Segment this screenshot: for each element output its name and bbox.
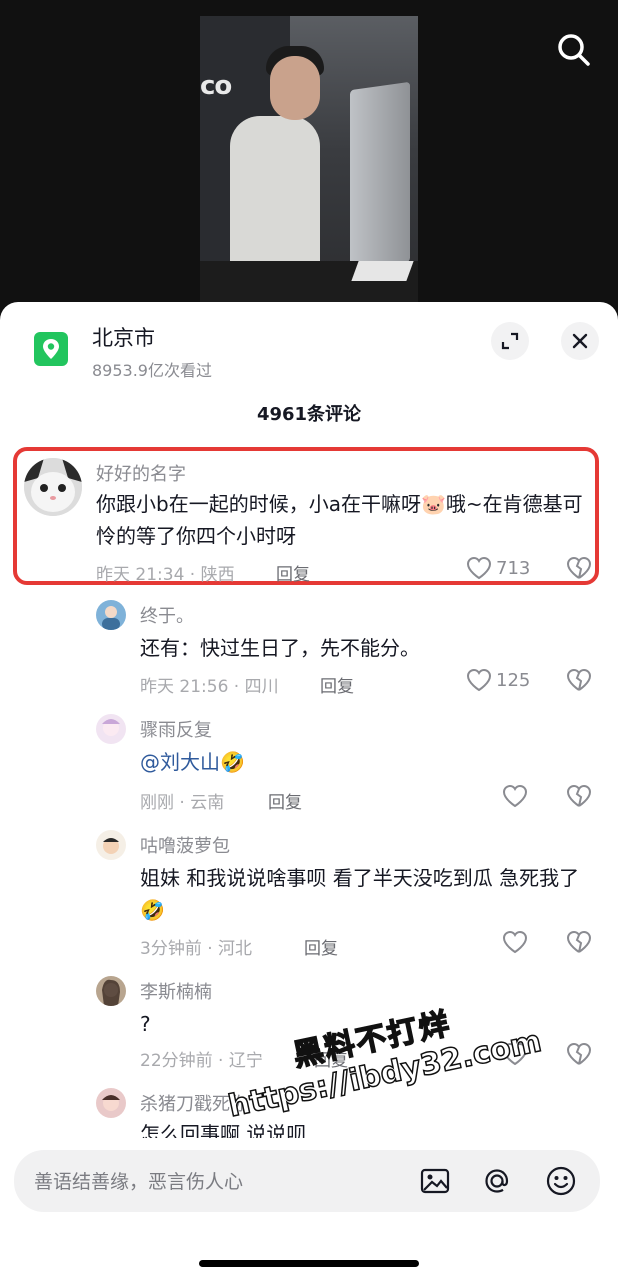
video-monitor [350, 81, 410, 271]
avatar-image [102, 979, 120, 1006]
comment-sheet: 北京市 8953.9亿次看过 4961条评论 好好的名字 你跟小b在一起的时候，… [0, 302, 618, 1280]
comment-item: 杀猪刀戳死你 怎么回事啊 说说呗 [0, 1088, 618, 1138]
comment-meta: 22分钟前 · 辽宁 [140, 1051, 263, 1071]
comment-meta: 昨天 21:56 · 四川 [140, 677, 279, 697]
broken-heart-icon [566, 668, 592, 691]
comment-meta: 刚刚 · 云南 [140, 793, 225, 813]
at-icon [485, 1169, 509, 1193]
comment-author[interactable]: 骤雨反复 [140, 716, 212, 742]
broken-heart-icon [566, 784, 592, 807]
laugh-emoji: 🤣 [220, 750, 245, 774]
mention-button[interactable] [480, 1164, 514, 1198]
dislike-button[interactable] [566, 930, 592, 958]
dislike-button[interactable] [566, 668, 592, 696]
reply-button[interactable]: 回复 [276, 560, 310, 585]
avatar-image [103, 838, 119, 854]
like-count: 125 [496, 669, 531, 691]
like-button[interactable]: 125 [466, 668, 530, 692]
comment-item: 终于。 还有：快过生日了，先不能分。 昨天 21:56 · 四川 回复 125 [0, 600, 618, 710]
avatar[interactable] [96, 976, 126, 1006]
comment-text: 怎么回事啊 说说呗 [140, 1122, 307, 1138]
close-icon [572, 333, 588, 349]
image-icon [420, 1168, 450, 1194]
video-keyboard [351, 261, 414, 281]
broken-heart-icon [566, 1042, 592, 1065]
location-header[interactable]: 北京市 8953.9亿次看过 [0, 302, 618, 392]
smiley-icon [546, 1166, 576, 1196]
comment-author[interactable]: 终于。 [140, 602, 194, 628]
reply-button[interactable]: 回复 [314, 1046, 348, 1071]
heart-icon [466, 556, 492, 580]
location-title: 北京市 [92, 326, 155, 350]
comment-text: 你跟小b在一起的时候，小a在干嘛呀🐷哦~在肯德基可怜的等了你四个小时呀 [96, 492, 583, 548]
like-count: 713 [496, 557, 531, 579]
comment-author[interactable]: 杀猪刀戳死你 [140, 1090, 248, 1116]
heart-icon [466, 668, 492, 692]
cat-avatar-icon [24, 458, 82, 516]
dislike-button[interactable] [566, 556, 592, 584]
close-button[interactable] [561, 322, 599, 360]
mention-link[interactable]: @刘大山 [140, 750, 220, 774]
expand-button[interactable] [491, 322, 529, 360]
comment-item: 骤雨反复 @刘大山🤣 刚刚 · 云南 回复 [0, 714, 618, 824]
dislike-button[interactable] [566, 1042, 592, 1070]
avatar-image [102, 719, 120, 736]
emoji-button[interactable] [544, 1164, 578, 1198]
heart-icon [502, 784, 528, 808]
avatar[interactable] [24, 458, 82, 516]
avatar[interactable] [96, 830, 126, 860]
avatar-image [102, 606, 120, 630]
avatar[interactable] [96, 714, 126, 744]
broken-heart-icon [566, 930, 592, 953]
comment-item: 咕噜菠萝包 姐妹 和我说说啥事呗 看了半天没吃到瓜 急死我了🤣 3分钟前 · 河… [0, 830, 618, 970]
comment-author[interactable]: 李斯楠楠 [140, 978, 212, 1004]
comment-item: 李斯楠楠 ? 22分钟前 · 辽宁 回复 [0, 976, 618, 1086]
image-button[interactable] [418, 1164, 452, 1198]
location-pin-icon [34, 332, 68, 366]
video-frame: co [200, 16, 418, 316]
comment-text: @刘大山🤣 [140, 746, 590, 778]
comment-text: ? [140, 1012, 151, 1036]
video-person-head [270, 56, 320, 120]
comment-count: 4961条评论 [256, 404, 362, 425]
expand-icon [501, 332, 519, 350]
like-button[interactable] [502, 930, 528, 954]
video-player[interactable]: co [0, 0, 618, 330]
comment-text: 姐妹 和我说说啥事呗 看了半天没吃到瓜 急死我了🤣 [140, 866, 580, 922]
comment-author[interactable]: 好好的名字 [96, 460, 186, 486]
like-button[interactable]: 713 [466, 556, 530, 580]
reply-button[interactable]: 回复 [268, 788, 302, 813]
heart-icon [502, 1042, 528, 1066]
location-views: 8953.9亿次看过 [92, 361, 212, 380]
avatar[interactable] [96, 600, 126, 630]
like-button[interactable] [502, 1042, 528, 1066]
avatar[interactable] [96, 1088, 126, 1118]
comment-meta: 3分钟前 · 河北 [140, 939, 253, 959]
like-button[interactable] [502, 784, 528, 808]
search-button[interactable] [554, 30, 594, 70]
home-indicator[interactable] [199, 1260, 419, 1267]
reply-button[interactable]: 回复 [320, 672, 354, 697]
comment-text: 还有：快过生日了，先不能分。 [140, 636, 420, 660]
reply-button[interactable]: 回复 [304, 934, 338, 959]
comment-input-bar[interactable]: 善语结善缘，恶言伤人心 [14, 1150, 600, 1212]
comment-input[interactable]: 善语结善缘，恶言伤人心 [34, 1167, 243, 1194]
dislike-button[interactable] [566, 784, 592, 812]
comment-author[interactable]: 咕噜菠萝包 [140, 832, 230, 858]
video-logo-fragment: co [200, 71, 232, 101]
broken-heart-icon [566, 556, 592, 579]
heart-icon [502, 930, 528, 954]
avatar-image [102, 1095, 120, 1111]
search-icon [558, 34, 590, 66]
comment-meta: 昨天 21:34 · 陕西 [96, 565, 235, 585]
comment-item: 好好的名字 你跟小b在一起的时候，小a在干嘛呀🐷哦~在肯德基可怜的等了你四个小时… [0, 452, 618, 592]
